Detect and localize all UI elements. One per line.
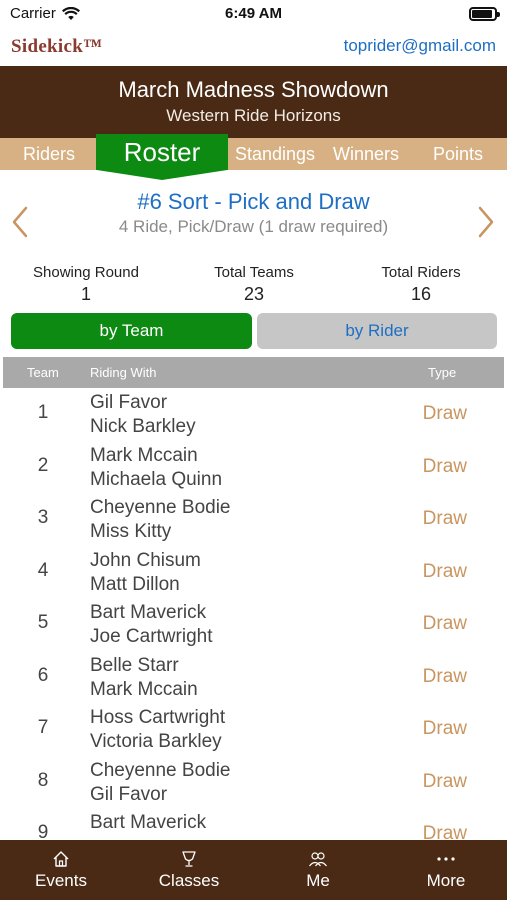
- home-icon: [53, 851, 69, 867]
- stat-total-riders: Total Riders 16: [346, 264, 496, 305]
- status-bar: Carrier 6:49 AM: [0, 0, 507, 30]
- rider-name: Bart Maverick: [90, 812, 207, 833]
- entry-type: Draw: [422, 455, 467, 477]
- team-number: 7: [37, 717, 49, 738]
- team-number: 5: [37, 612, 49, 633]
- rider-name: Gil Favor: [90, 783, 168, 805]
- next-class-button[interactable]: [474, 202, 504, 242]
- table-row[interactable]: 1 Gil Favor Nick Barkley Draw: [0, 388, 507, 441]
- rider-name: Michaela Quinn: [90, 468, 223, 490]
- team-number: 6: [37, 664, 49, 686]
- roster-table: 1 Gil Favor Nick Barkley Draw 2 Mark Mccain Mi…: [0, 388, 507, 840]
- stat-label: Total Teams: [214, 264, 294, 281]
- rider-name: Mark Mccain: [90, 678, 198, 700]
- class-description: 4 Ride, Pick/Draw (1 draw required): [118, 217, 389, 236]
- status-time: 6:49 AM: [225, 5, 282, 22]
- class-header: #6 Sort - Pick and Draw 4 Ride, Pick/Dra…: [0, 182, 507, 262]
- team-number: 1: [37, 402, 49, 423]
- rider-name: Bart Maverick: [90, 602, 207, 623]
- tabbar-more[interactable]: More: [396, 840, 496, 900]
- class-title: #6 Sort - Pick and Draw: [137, 189, 370, 214]
- by-team-button[interactable]: by Team: [11, 313, 252, 349]
- trophy-icon: [182, 851, 196, 867]
- tab-points[interactable]: Points: [414, 138, 502, 170]
- column-riding-with: Riding With: [90, 365, 157, 380]
- rider-name: Joe Cartwright: [90, 626, 213, 647]
- stat-label: Total Riders: [381, 264, 461, 281]
- rider-name: Nick Barkley: [90, 416, 196, 437]
- tab-riders[interactable]: Riders: [4, 138, 94, 170]
- entry-type: Draw: [422, 508, 467, 529]
- tabbar-label: Events: [35, 871, 87, 890]
- rider-name: Cheyenne Bodie: [90, 759, 231, 781]
- table-row[interactable]: 6 Belle Starr Mark Mccain Draw: [0, 651, 507, 704]
- people-icon: [309, 852, 327, 867]
- roster-table-header: Team Riding With Type: [3, 357, 504, 388]
- rider-name: Gil Favor: [90, 392, 168, 413]
- user-email-link[interactable]: toprider@gmail.com: [344, 36, 496, 56]
- team-number: 4: [37, 559, 49, 581]
- rider-name: Belle Starr: [90, 654, 179, 676]
- entry-type: Draw: [422, 718, 467, 739]
- entry-type: Draw: [422, 665, 467, 687]
- event-title: March Madness Showdown: [118, 77, 389, 102]
- tabbar-me[interactable]: Me: [268, 840, 368, 900]
- table-row[interactable]: 5 Bart Maverick Joe Cartwright Draw: [0, 598, 507, 651]
- entry-type: Draw: [422, 770, 467, 792]
- table-row[interactable]: 3 Cheyenne Bodie Miss Kitty Draw: [0, 493, 507, 546]
- bottom-tab-bar: Events Classes Me More: [0, 840, 507, 900]
- entry-type: Draw: [422, 560, 467, 582]
- tab-winners[interactable]: Winners: [322, 138, 410, 170]
- table-row[interactable]: 7 Hoss Cartwright Victoria Barkley Draw: [0, 703, 507, 756]
- rider-name: Miss Kitty: [90, 521, 172, 542]
- tabbar-label: Classes: [158, 871, 220, 890]
- stat-value: 16: [410, 284, 432, 304]
- rider-name: John Chisum: [90, 549, 201, 571]
- entry-type: Draw: [422, 613, 467, 634]
- tabbar-classes[interactable]: Classes: [139, 840, 239, 900]
- tabbar-label: Me: [306, 871, 330, 890]
- team-number: 2: [37, 454, 49, 476]
- tabbar-events[interactable]: Events: [11, 840, 111, 900]
- app-header: Sidekick™ toprider@gmail.com: [0, 30, 507, 66]
- team-number: 9: [37, 822, 49, 840]
- entry-type: Draw: [422, 403, 467, 424]
- tab-standings[interactable]: Standings: [230, 138, 320, 170]
- table-row[interactable]: 8 Cheyenne Bodie Gil Favor Draw: [0, 756, 507, 809]
- stat-label: Showing Round: [33, 264, 139, 281]
- entry-type: Draw: [422, 823, 467, 840]
- event-banner: March Madness Showdown Western Ride Hori…: [0, 66, 507, 138]
- team-number: 3: [37, 507, 49, 528]
- stat-total-teams: Total Teams 23: [179, 264, 329, 305]
- battery-icon: [469, 7, 500, 21]
- table-row[interactable]: 2 Mark Mccain Michaela Quinn Draw: [0, 441, 507, 494]
- rider-name: Hoss Cartwright: [90, 707, 226, 728]
- event-subtitle: Western Ride Horizons: [166, 106, 341, 125]
- app-brand: Sidekick™: [11, 36, 103, 57]
- stat-showing-round: Showing Round 1: [11, 264, 161, 305]
- table-row[interactable]: 4 John Chisum Matt Dillon Draw: [0, 546, 507, 599]
- rider-name: Mark Mccain: [90, 444, 198, 466]
- stat-value: 1: [80, 284, 91, 304]
- table-row[interactable]: 9 Bart Maverick Draw: [0, 808, 507, 840]
- rider-name: Victoria Barkley: [90, 731, 222, 752]
- tabbar-label: More: [426, 871, 466, 890]
- rider-name: Cheyenne Bodie: [90, 497, 231, 518]
- stat-value: 23: [243, 284, 265, 304]
- team-number: 8: [37, 769, 49, 791]
- class-stats: Showing Round 1 Total Teams 23 Total Rid…: [0, 264, 507, 308]
- by-rider-button[interactable]: by Rider: [257, 313, 497, 349]
- section-tabs: Riders Standings Winners Points Roster: [0, 134, 507, 180]
- column-type: Type: [428, 365, 457, 380]
- rider-name: Matt Dillon: [90, 573, 180, 595]
- more-icon: [437, 857, 455, 861]
- chevron-right-icon: [478, 206, 494, 238]
- column-team: Team: [27, 365, 59, 380]
- tab-roster[interactable]: Roster: [96, 134, 228, 180]
